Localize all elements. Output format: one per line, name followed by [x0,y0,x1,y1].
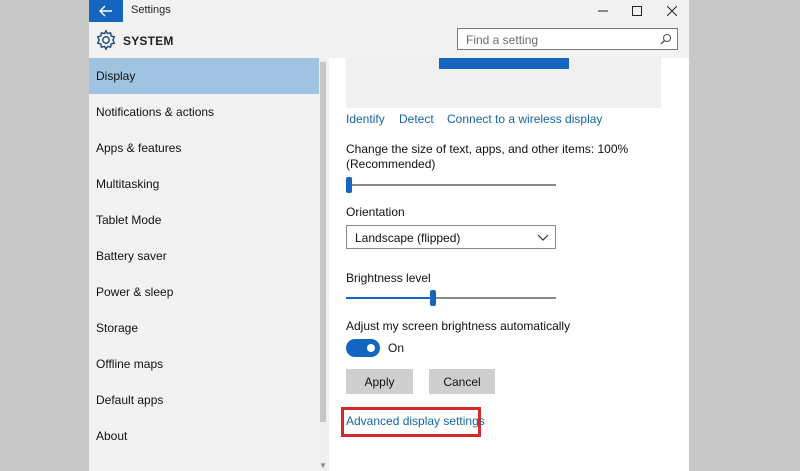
display-preview [346,58,661,108]
orientation-label: Orientation [346,205,405,219]
monitor-tile[interactable] [439,58,569,69]
scale-label: Change the size of text, apps, and other… [346,142,629,156]
slider-thumb[interactable] [430,290,436,306]
sidebar-item-label: Multitasking [96,177,160,191]
sidebar-item-display[interactable]: Display [89,58,319,94]
slider-track [346,184,556,186]
sidebar-item-battery-saver[interactable]: Battery saver [89,238,319,274]
scrollbar-thumb[interactable] [320,62,326,422]
search-input[interactable]: Find a setting [457,28,678,50]
sidebar-item-label: About [96,429,128,443]
close-button[interactable] [655,0,689,22]
minimize-button[interactable] [586,0,620,22]
window-title: Settings [131,4,171,16]
settings-header: SYSTEM Find a setting [89,22,689,58]
scroll-down-icon[interactable]: ▼ [319,461,327,471]
search-placeholder: Find a setting [466,33,539,47]
slider-fill [346,297,430,299]
wireless-display-link[interactable]: Connect to a wireless display [447,112,602,126]
chevron-down-icon [537,234,549,241]
section-title: SYSTEM [123,34,174,48]
sidebar-item-tablet-mode[interactable]: Tablet Mode [89,202,319,238]
sidebar-item-power-sleep[interactable]: Power & sleep [89,274,319,310]
scale-label-recommended: (Recommended) [346,157,436,171]
advanced-display-settings-link[interactable]: Advanced display settings [346,414,485,428]
sidebar-item-label: Apps & features [96,141,182,155]
orientation-dropdown[interactable]: Landscape (flipped) [346,225,556,249]
sidebar-item-default-apps[interactable]: Default apps [89,382,319,418]
sidebar-item-label: Power & sleep [96,285,174,299]
sidebar-item-label: Battery saver [96,249,167,263]
apply-button[interactable]: Apply [346,369,413,394]
brightness-slider[interactable] [346,290,556,306]
sidebar-item-multitasking[interactable]: Multitasking [89,166,319,202]
identify-link[interactable]: Identify [346,112,385,126]
background-strip [689,0,800,471]
back-arrow-icon [99,5,112,17]
slider-thumb[interactable] [346,177,352,193]
close-icon [667,6,677,16]
back-button[interactable] [89,0,123,22]
minimize-icon [598,10,608,12]
sidebar-item-apps[interactable]: Apps & features [89,130,319,166]
sidebar: Display Notifications & actions Apps & f… [89,58,329,471]
detect-link[interactable]: Detect [399,112,434,126]
sidebar-item-label: Tablet Mode [96,213,162,227]
display-settings-panel: Identify Detect Connect to a wireless di… [329,58,689,471]
sidebar-item-label: Storage [96,321,139,335]
sidebar-item-label: Notifications & actions [96,105,215,119]
sidebar-item-storage[interactable]: Storage [89,310,319,346]
toggle-knob [367,344,375,352]
sidebar-item-offline-maps[interactable]: Offline maps [89,346,319,382]
maximize-icon [632,6,642,16]
sidebar-item-label: Offline maps [96,357,164,371]
brightness-label: Brightness level [346,271,431,285]
sidebar-scrollbar[interactable]: ▼ [319,58,327,471]
title-bar: Settings [89,0,689,22]
scale-slider[interactable] [346,177,556,193]
sidebar-item-notifications[interactable]: Notifications & actions [89,94,319,130]
gear-icon [96,29,116,51]
sidebar-item-about[interactable]: About [89,418,319,454]
toggle-state-label: On [388,341,405,355]
search-icon [660,33,672,45]
auto-brightness-toggle[interactable] [346,339,380,357]
sidebar-item-label: Display [96,69,136,83]
sidebar-item-label: Default apps [96,393,164,407]
auto-brightness-label: Adjust my screen brightness automaticall… [346,319,571,333]
settings-window: Settings SYSTEM Find a setting Display N… [89,0,689,471]
maximize-button[interactable] [620,0,654,22]
cancel-button[interactable]: Cancel [429,369,495,394]
orientation-value: Landscape (flipped) [355,231,461,245]
